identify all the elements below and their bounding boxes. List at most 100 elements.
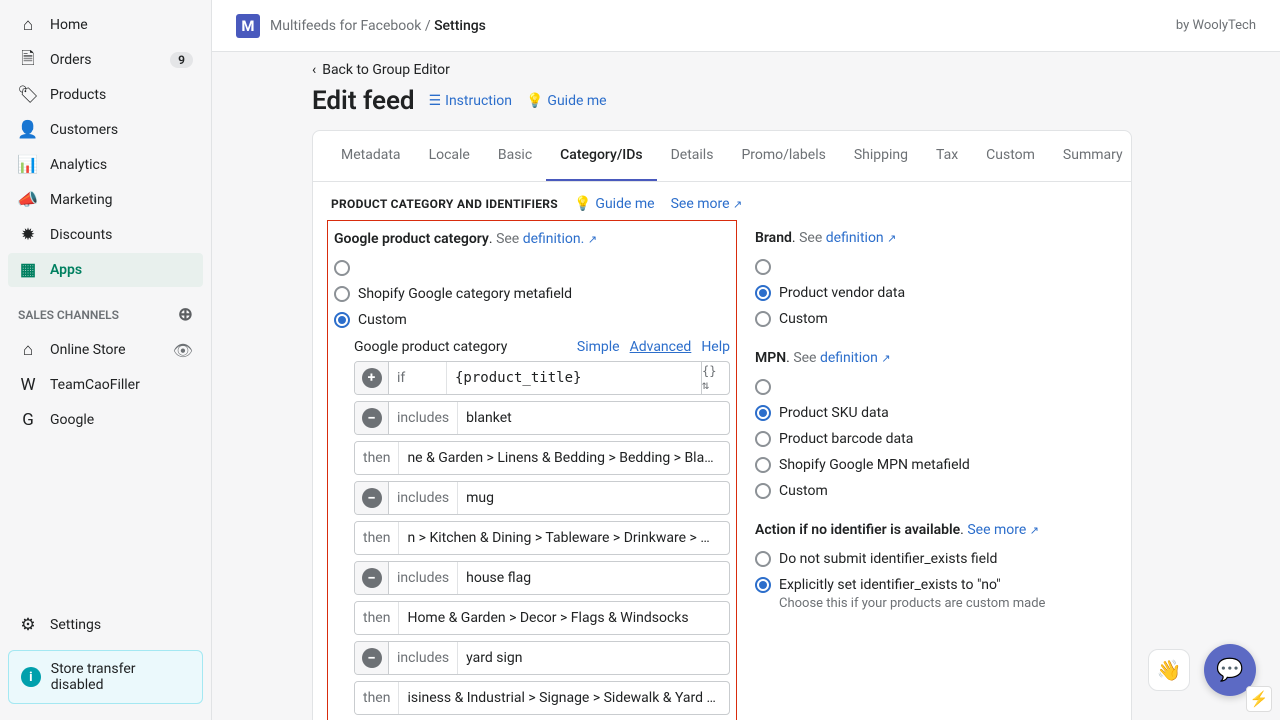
channel-teamcaofiller[interactable]: WTeamCaoFiller — [8, 368, 203, 402]
radio-icon — [755, 405, 771, 421]
definition-link[interactable]: definition — [820, 350, 878, 366]
radio-option[interactable]: Product SKU data — [755, 400, 1113, 426]
add-rule-icon[interactable]: + — [362, 368, 382, 388]
radio-option[interactable]: Do not submit identifier_exists field — [755, 546, 1113, 572]
tab-categoryids[interactable]: Category/IDs — [546, 131, 656, 181]
eye-icon[interactable]: 👁 — [173, 341, 193, 360]
rule-keyword: includes — [389, 642, 458, 674]
seemore-link[interactable]: See more — [967, 522, 1026, 538]
radio-option[interactable]: Custom — [755, 306, 1113, 332]
rule-row-0[interactable]: +if{product_title}{} ⇅ — [354, 361, 730, 395]
mode-simple[interactable]: Simple — [577, 339, 620, 355]
rule-value[interactable]: Home & Garden > Decor > Flags & Windsock… — [399, 602, 729, 634]
page-header: Edit feed ☰ Instruction 💡 Guide me — [312, 86, 1280, 116]
rule-row-4[interactable]: thenn > Kitchen & Dining > Tableware > D… — [354, 521, 730, 555]
definition-link[interactable]: definition — [826, 230, 884, 246]
tab-locale[interactable]: Locale — [415, 131, 484, 181]
sidebar-item-discounts[interactable]: ✹Discounts — [8, 218, 203, 252]
tab-shipping[interactable]: Shipping — [840, 131, 922, 181]
rule-value[interactable]: house flag — [458, 562, 729, 594]
wave-button[interactable]: 👋 — [1148, 649, 1190, 691]
sidebar-item-analytics[interactable]: 📊Analytics — [8, 148, 203, 182]
rule-row-5[interactable]: −includeshouse flag — [354, 561, 730, 595]
gpc-radio-2[interactable]: Custom — [334, 307, 730, 333]
badge: 9 — [170, 52, 193, 68]
tab-custom[interactable]: Custom — [972, 131, 1049, 181]
radio-option[interactable] — [755, 374, 1113, 400]
rule-value[interactable]: isiness & Industrial > Signage > Sidewal… — [399, 682, 729, 714]
remove-rule-icon[interactable]: − — [362, 648, 382, 668]
radio-option[interactable]: Custom — [755, 478, 1113, 504]
mode-help[interactable]: Help — [701, 339, 730, 355]
radio-option[interactable]: Explicitly set identifier_exists to "no" — [755, 572, 1113, 598]
tab-metadata[interactable]: Metadata — [327, 131, 415, 181]
external-icon: ↗ — [733, 198, 742, 211]
rule-value[interactable]: n > Kitchen & Dining > Tableware > Drink… — [399, 522, 729, 554]
gpc-radio-0[interactable] — [334, 255, 730, 281]
sidebar-settings[interactable]: ⚙ Settings — [8, 608, 203, 642]
rule-value[interactable]: yard sign — [458, 642, 729, 674]
channel-online-store[interactable]: ⌂Online Store👁 — [8, 333, 203, 367]
tab-details[interactable]: Details — [657, 131, 728, 181]
nav-icon: ✹ — [18, 225, 38, 245]
rule-row-3[interactable]: −includesmug — [354, 481, 730, 515]
sidebar-item-orders[interactable]: 🗎Orders9 — [8, 43, 203, 77]
rule-value[interactable]: {product_title} — [447, 362, 701, 394]
section-guide[interactable]: 💡 Guide me — [574, 196, 655, 212]
radio-option[interactable]: Product barcode data — [755, 426, 1113, 452]
rule-row-8[interactable]: thenisiness & Industrial > Signage > Sid… — [354, 681, 730, 715]
add-channel-icon[interactable]: ⊕ — [178, 304, 193, 325]
rule-row-6[interactable]: thenHome & Garden > Decor > Flags & Wind… — [354, 601, 730, 635]
rule-row-7[interactable]: −includesyard sign — [354, 641, 730, 675]
sidebar-item-customers[interactable]: 👤Customers — [8, 113, 203, 147]
gpc-rules: Google product category Simple Advanced … — [354, 339, 730, 720]
rule-value[interactable]: mug — [458, 482, 729, 514]
nav-icon: 🗎 — [18, 50, 38, 70]
channel-google[interactable]: GGoogle — [8, 403, 203, 437]
sidebar-item-apps[interactable]: ▦Apps — [8, 253, 203, 287]
tab-summary[interactable]: Summary — [1049, 131, 1137, 181]
channel-icon: W — [18, 375, 38, 395]
nav-icon: 📣 — [18, 190, 38, 210]
radio-option[interactable]: Product vendor data — [755, 280, 1113, 306]
rule-value[interactable]: blanket — [458, 402, 729, 434]
remove-rule-icon[interactable]: − — [362, 488, 382, 508]
gpc-radio-1[interactable]: Shopify Google category metafield — [334, 281, 730, 307]
sales-channels-header: SALES CHANNELS ⊕ — [8, 288, 203, 333]
back-link[interactable]: ‹ Back to Group Editor — [312, 62, 1280, 78]
sidebar-item-products[interactable]: 🏷Products — [8, 78, 203, 112]
group-heading: Brand. See definition ↗ — [755, 230, 1113, 246]
chevron-left-icon: ‹ — [312, 62, 316, 78]
tab-basic[interactable]: Basic — [484, 131, 546, 181]
guide-link[interactable]: 💡 Guide me — [526, 93, 607, 109]
rule-row-2[interactable]: thenne & Garden > Linens & Bedding > Bed… — [354, 441, 730, 475]
remove-rule-icon[interactable]: − — [362, 408, 382, 428]
nav-icon: 🏷 — [18, 85, 38, 105]
sidebar-item-home[interactable]: ⌂Home — [8, 8, 203, 42]
radio-option[interactable] — [755, 254, 1113, 280]
tab-promolabels[interactable]: Promo/labels — [727, 131, 839, 181]
radio-option[interactable]: Shopify Google MPN metafield — [755, 452, 1113, 478]
bolt-button[interactable]: ⚡ — [1246, 686, 1272, 712]
radio-icon — [334, 286, 350, 302]
section-seemore[interactable]: See more ↗ — [671, 196, 743, 212]
mode-advanced[interactable]: Advanced — [630, 339, 692, 355]
main-area: M Multifeeds for Facebook / Settings by … — [212, 0, 1280, 720]
rule-token-btn[interactable]: {} ⇅ — [701, 362, 729, 394]
store-transfer-banner: i Store transfer disabled — [8, 650, 203, 704]
sidebar-item-marketing[interactable]: 📣Marketing — [8, 183, 203, 217]
rule-row-1[interactable]: −includesblanket — [354, 401, 730, 435]
gear-icon: ⚙ — [18, 615, 38, 635]
tab-tax[interactable]: Tax — [922, 131, 972, 181]
gpc-definition-link[interactable]: definition. — [523, 231, 585, 247]
radio-icon — [755, 483, 771, 499]
remove-rule-icon[interactable]: − — [362, 568, 382, 588]
rule-keyword: then — [355, 442, 399, 474]
instruction-link[interactable]: ☰ Instruction — [429, 93, 512, 109]
external-icon: ↗ — [887, 232, 896, 245]
radio-icon — [755, 551, 771, 567]
group-heading: MPN. See definition ↗ — [755, 350, 1113, 366]
rule-value[interactable]: ne & Garden > Linens & Bedding > Bedding… — [399, 442, 729, 474]
nav-icon: ▦ — [18, 260, 38, 280]
tabs: MetadataLocaleBasicCategory/IDsDetailsPr… — [313, 131, 1131, 182]
